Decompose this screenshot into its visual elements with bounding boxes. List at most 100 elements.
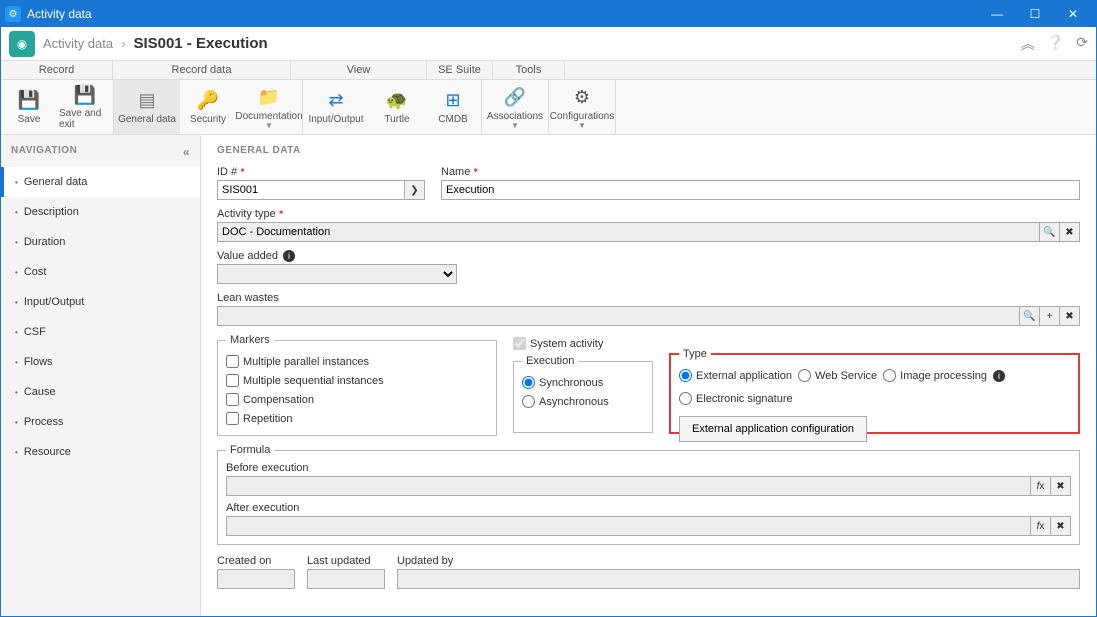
markers-legend: Markers xyxy=(226,334,274,346)
bullet-icon: • xyxy=(15,238,18,247)
info-icon[interactable]: i xyxy=(283,250,295,262)
rep-checkbox[interactable] xyxy=(226,412,239,425)
nav-header: NAVIGATION xyxy=(11,145,77,159)
minimize-button[interactable]: — xyxy=(978,1,1016,27)
sidebar-item-flows[interactable]: •Flows xyxy=(1,347,200,377)
save-icon: 💾 xyxy=(17,90,41,112)
lean-wastes-label: Lean wastes xyxy=(217,292,1080,304)
type-legend: Type xyxy=(679,348,711,360)
turtle-button[interactable]: 🐢 Turtle xyxy=(369,80,425,134)
fx-button[interactable]: fx xyxy=(1031,516,1051,536)
fx-button[interactable]: fx xyxy=(1031,476,1051,496)
close-button[interactable]: ✕ xyxy=(1054,1,1092,27)
collapse-left-icon[interactable]: « xyxy=(183,145,190,159)
sidebar-item-general-data[interactable]: •General data xyxy=(1,167,200,197)
sidebar-item-csf[interactable]: •CSF xyxy=(1,317,200,347)
lean-search-button[interactable]: 🔍 xyxy=(1020,306,1040,326)
sidebar-item-duration[interactable]: •Duration xyxy=(1,227,200,257)
clear-button[interactable]: ✖ xyxy=(1051,476,1071,496)
sidebar-item-cause[interactable]: •Cause xyxy=(1,377,200,407)
last-updated-label: Last updated xyxy=(307,555,385,567)
sync-radio[interactable] xyxy=(522,376,535,389)
save-button[interactable]: 💾 Save xyxy=(1,80,57,134)
clear-button[interactable]: ✖ xyxy=(1060,222,1080,242)
window-title: Activity data xyxy=(27,7,978,21)
collapse-up-icon[interactable]: ︽ xyxy=(1021,34,1035,54)
msi-checkbox[interactable] xyxy=(226,374,239,387)
chevron-down-icon: ▼ xyxy=(265,124,273,128)
async-radio[interactable] xyxy=(522,395,535,408)
refresh-icon[interactable]: ⟳ xyxy=(1076,34,1088,54)
associations-button[interactable]: 🔗 Associations ▼ xyxy=(482,80,548,134)
id-input[interactable] xyxy=(217,180,405,200)
configurations-button[interactable]: ⚙ Configurations ▼ xyxy=(549,80,615,134)
before-exec-input[interactable] xyxy=(226,476,1031,496)
created-on-input xyxy=(217,569,295,589)
info-icon[interactable]: i xyxy=(993,370,1005,382)
sidebar-item-resource[interactable]: •Resource xyxy=(1,437,200,467)
bullet-icon: • xyxy=(15,268,18,277)
ws-radio[interactable] xyxy=(798,369,811,382)
general-data-button[interactable]: ▤ General data xyxy=(114,80,180,134)
name-input[interactable] xyxy=(441,180,1080,200)
name-label: Name xyxy=(441,166,1080,178)
bullet-icon: • xyxy=(15,298,18,307)
search-button[interactable]: 🔍 xyxy=(1040,222,1060,242)
help-icon[interactable]: ❔ xyxy=(1047,34,1064,54)
lean-clear-button[interactable]: ✖ xyxy=(1060,306,1080,326)
sidebar-item-process[interactable]: •Process xyxy=(1,407,200,437)
bullet-icon: • xyxy=(15,178,18,187)
bullet-icon: • xyxy=(15,418,18,427)
ribbon-tab-record: Record xyxy=(1,61,113,79)
value-added-label: Value added i xyxy=(217,250,457,262)
mpi-checkbox[interactable] xyxy=(226,355,239,368)
module-icon: ◉ xyxy=(9,31,35,57)
bullet-icon: • xyxy=(15,358,18,367)
after-exec-input[interactable] xyxy=(226,516,1031,536)
sidebar-item-description[interactable]: •Description xyxy=(1,197,200,227)
id-next-button[interactable]: ❯ xyxy=(405,180,425,200)
ribbon-tab-record-data: Record data xyxy=(113,61,291,79)
execution-legend: Execution xyxy=(522,355,578,367)
security-button[interactable]: 🔑 Security xyxy=(180,80,236,134)
folder-icon: 📁 xyxy=(257,87,281,109)
last-updated-input xyxy=(307,569,385,589)
comp-checkbox[interactable] xyxy=(226,393,239,406)
bullet-icon: • xyxy=(15,388,18,397)
turtle-icon: 🐢 xyxy=(385,90,409,112)
formula-legend: Formula xyxy=(226,444,274,456)
bullet-icon: • xyxy=(15,208,18,217)
activity-type-label: Activity type xyxy=(217,208,1080,220)
chevron-down-icon: ▼ xyxy=(511,124,519,128)
sidebar-item-cost[interactable]: •Cost xyxy=(1,257,200,287)
maximize-button[interactable]: ☐ xyxy=(1016,1,1054,27)
bullet-icon: • xyxy=(15,328,18,337)
ribbon: 💾 Save 💾 Save and exit ▤ General data 🔑 … xyxy=(1,80,1096,135)
chevron-down-icon: ▼ xyxy=(578,124,586,128)
activity-type-input[interactable] xyxy=(217,222,1040,242)
lean-add-button[interactable]: + xyxy=(1040,306,1060,326)
io-button[interactable]: ⇄ Input/Output xyxy=(303,80,369,134)
documentation-button[interactable]: 📁 Documentation ▼ xyxy=(236,80,302,134)
chevron-right-icon: › xyxy=(121,36,125,51)
cmdb-icon: ⊞ xyxy=(441,90,465,112)
updated-by-input xyxy=(397,569,1080,589)
breadcrumb: ◉ Activity data › SIS001 - Execution ︽ ❔… xyxy=(1,27,1096,61)
lean-wastes-input[interactable] xyxy=(217,306,1020,326)
save-exit-button[interactable]: 💾 Save and exit xyxy=(57,80,113,134)
created-on-label: Created on xyxy=(217,555,295,567)
breadcrumb-root[interactable]: Activity data xyxy=(43,36,113,51)
value-added-select[interactable] xyxy=(217,264,457,284)
after-exec-label: After execution xyxy=(226,502,1071,514)
before-exec-label: Before execution xyxy=(226,462,1071,474)
clear-button[interactable]: ✖ xyxy=(1051,516,1071,536)
id-label: ID # xyxy=(217,166,425,178)
ext-config-button[interactable]: External application configuration xyxy=(679,416,867,442)
key-icon: 🔑 xyxy=(196,90,220,112)
img-radio[interactable] xyxy=(883,369,896,382)
sig-radio[interactable] xyxy=(679,392,692,405)
cmdb-button[interactable]: ⊞ CMDB xyxy=(425,80,481,134)
sidebar-item-input-output[interactable]: •Input/Output xyxy=(1,287,200,317)
ext-app-radio[interactable] xyxy=(679,369,692,382)
ribbon-tab-view: View xyxy=(291,61,427,79)
